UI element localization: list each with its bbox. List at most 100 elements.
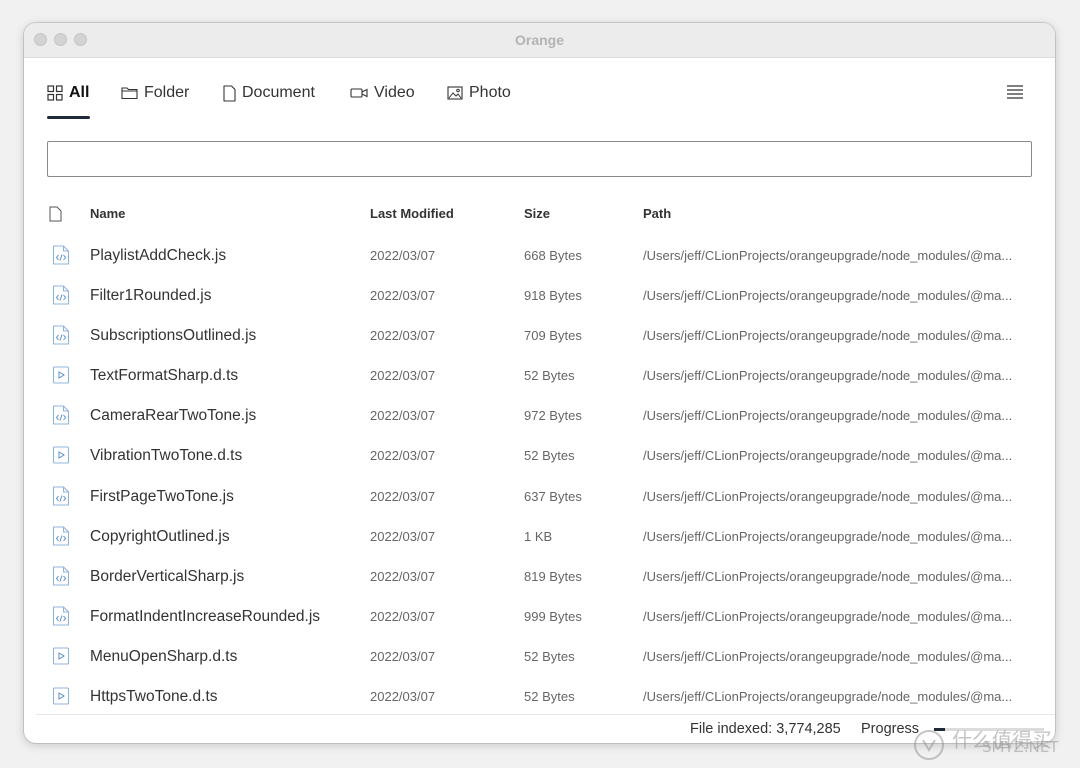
file-name: Filter1Rounded.js [90, 287, 212, 305]
file-name: FormatIndentIncreaseRounded.js [90, 607, 321, 625]
table-row[interactable]: Filter1Rounded.js 2022/03/07 918 Bytes/Use… [24, 276, 1055, 316]
column-header-name[interactable]: Name [90, 206, 125, 221]
js-file-icon [52, 566, 70, 586]
document-icon [223, 84, 236, 102]
search-input[interactable] [47, 141, 1032, 177]
file-name: HttpsTwoTone.d.ts [90, 688, 218, 706]
file-name: FirstPageTwoTone.js [90, 487, 234, 505]
ts-file-icon [52, 445, 70, 465]
file-path: /Users/jeff/CLionProjects/orangeupgrade/… [643, 288, 1013, 304]
table-row[interactable]: VibrationTwoTone.d.ts 2022/03/07 52 Bytes /… [24, 436, 1055, 476]
table-row[interactable]: HttpsTwoTone.d.ts 2022/03/07 52 Bytes/User… [24, 677, 1055, 717]
file-name: MenuOpenSharp.d.ts [90, 647, 238, 665]
file-last-modified: 2022/03/07 [370, 368, 436, 384]
file-last-modified: 2022/03/07 [370, 648, 436, 664]
tab-photo[interactable]: Photo [447, 82, 511, 104]
folder-icon [121, 87, 138, 100]
js-file-icon [52, 285, 70, 305]
tab-document[interactable]: Document [223, 82, 315, 104]
table-row[interactable]: MenuOpenSharp.d.ts 2022/03/07 52 Bytes/Use… [24, 637, 1055, 677]
file-last-modified: 2022/03/07 [370, 528, 436, 544]
progress-label: Progress [861, 721, 920, 737]
progress-bar [934, 728, 1044, 731]
js-file-icon [52, 405, 70, 425]
file-path: /Users/jeff/CLionProjects/orangeupgrade/… [643, 488, 1013, 504]
js-file-icon [52, 606, 70, 626]
file-path: /Users/jeff/CLionProjects/orangeupgrade/… [643, 689, 1013, 705]
tab-folder-label: Folder [144, 84, 190, 101]
file-size: 52 Bytes [524, 368, 575, 384]
table-row[interactable]: SubscriptionsOutlined.js 2022/03/07 709 By… [24, 316, 1055, 356]
active-tab-indicator [47, 116, 90, 119]
file-last-modified: 2022/03/07 [370, 248, 436, 263]
file-indexed-count: File indexed: 3,774,285 [690, 721, 841, 737]
file-size: 637 Bytes [524, 488, 582, 504]
menu-button[interactable] [1006, 84, 1028, 104]
tab-photo-label: Photo [469, 84, 511, 101]
file-size: 918 Bytes [524, 288, 582, 304]
file-last-modified: 2022/03/07 [370, 488, 436, 504]
file-name: BorderVerticalSharp.js [90, 567, 245, 585]
file-list: PlaylistAddCheck.js 2022/03/07 668 Bytes/U… [24, 236, 1055, 717]
ts-file-icon [52, 686, 70, 706]
progress-bar-fill [934, 728, 945, 731]
table-row[interactable]: FormatIndentIncreaseRounded.js 2022/03/07… [24, 597, 1055, 637]
grid-icon [47, 85, 63, 101]
hamburger-menu-icon [1007, 85, 1023, 99]
file-size: 1 KB [524, 528, 553, 544]
file-path: /Users/jeff/CLionProjects/orangeupgrade/… [643, 608, 1013, 624]
tab-all-label: All [69, 84, 90, 101]
table-row[interactable]: CameraRearTwoTone.js 2022/03/07 972 Bytes /… [24, 396, 1055, 436]
file-name: CopyrightOutlined.js [90, 527, 230, 545]
column-header-size[interactable]: Size [524, 206, 550, 221]
file-name: PlaylistAddCheck.js [90, 247, 227, 264]
video-camera-icon [350, 88, 368, 98]
tab-folder[interactable]: Folder [121, 82, 189, 104]
js-file-icon [52, 245, 70, 265]
tab-document-label: Document [242, 84, 315, 101]
file-last-modified: 2022/03/07 [370, 328, 436, 344]
file-icon [49, 206, 62, 222]
file-size: 668 Bytes [524, 248, 582, 263]
category-tabs: All Folder Document Video Photo [24, 57, 1055, 119]
file-last-modified: 2022/03/07 [370, 568, 436, 584]
column-header-path[interactable]: Path [643, 206, 671, 221]
title-bar: Orange [24, 23, 1055, 58]
window-title: Orange [514, 32, 564, 48]
file-path: /Users/jeff/CLionProjects/orangeupgrade/… [643, 408, 1013, 424]
file-size: 819 Bytes [524, 568, 582, 584]
file-path: /Users/jeff/CLionProjects/orangeupgrade/… [643, 448, 1013, 464]
image-icon [447, 86, 463, 100]
file-size: 709 Bytes [524, 328, 582, 344]
file-path: /Users/jeff/CLionProjects/orangeupgrade/… [643, 528, 1013, 544]
file-size: 972 Bytes [524, 408, 582, 424]
ts-file-icon [52, 646, 70, 666]
file-name: VibrationTwoTone.d.ts [90, 447, 243, 465]
app-window: Orange All Folder Document Video Photo N… [24, 23, 1055, 743]
table-header: Name Last Modified Size Path [24, 199, 1055, 229]
file-size: 52 Bytes [524, 689, 575, 705]
file-size: 52 Bytes [524, 448, 575, 464]
file-path: /Users/jeff/CLionProjects/orangeupgrade/… [643, 248, 1013, 263]
file-last-modified: 2022/03/07 [370, 689, 436, 705]
tab-all[interactable]: All [47, 82, 89, 104]
file-last-modified: 2022/03/07 [370, 288, 436, 304]
tab-video-label: Video [374, 84, 415, 101]
table-row[interactable]: TextFormatSharp.d.ts 2022/03/07 52 Bytes/U… [24, 356, 1055, 396]
table-row[interactable]: FirstPageTwoTone.js 2022/03/07 637 Bytes/U… [24, 477, 1055, 517]
ts-file-icon [52, 365, 70, 385]
file-name: TextFormatSharp.d.ts [90, 367, 239, 385]
table-row[interactable]: PlaylistAddCheck.js 2022/03/07 668 Bytes/U… [24, 236, 1055, 276]
js-file-icon [52, 486, 70, 506]
file-size: 52 Bytes [524, 648, 575, 664]
file-path: /Users/jeff/CLionProjects/orangeupgrade/… [643, 328, 1013, 344]
js-file-icon [52, 526, 70, 546]
table-row[interactable]: BorderVerticalSharp.js 2022/03/07 819 Byte… [24, 557, 1055, 597]
file-path: /Users/jeff/CLionProjects/orangeupgrade/… [643, 648, 1013, 664]
table-row[interactable]: CopyrightOutlined.js 2022/03/07 1 KB/Users… [24, 517, 1055, 557]
file-size: 999 Bytes [524, 608, 582, 624]
file-name: SubscriptionsOutlined.js [90, 327, 257, 345]
tab-video[interactable]: Video [350, 82, 415, 104]
file-path: /Users/jeff/CLionProjects/orangeupgrade/… [643, 368, 1013, 384]
column-header-last-modified[interactable]: Last Modified [370, 206, 454, 221]
